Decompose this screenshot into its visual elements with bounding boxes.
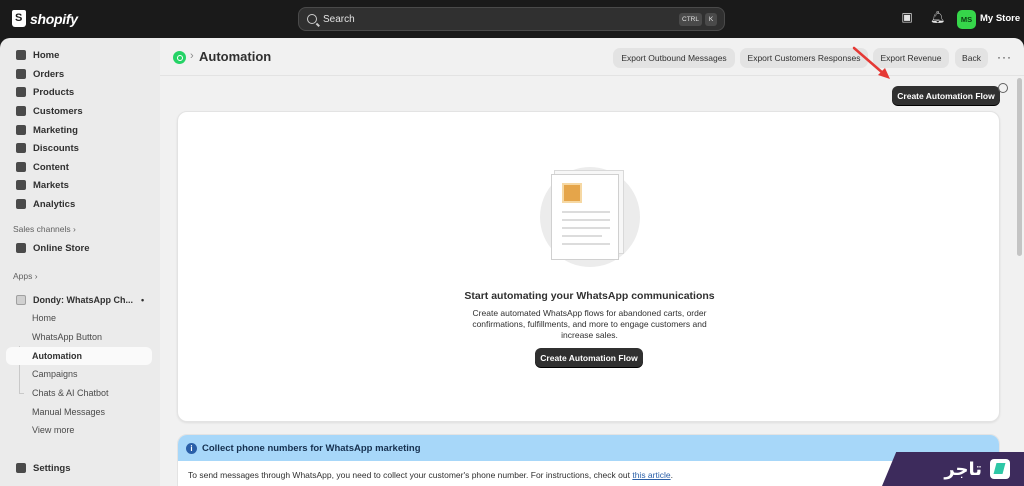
sidebar-item-app[interactable]: Dondy: WhatsApp Ch... •: [6, 291, 152, 309]
export-responses-button[interactable]: Export Customers Responses: [740, 48, 868, 68]
sidebar-item-label: Online Store: [33, 242, 90, 254]
sidebar-item-analytics[interactable]: Analytics: [6, 195, 152, 213]
app-sub-item-manual-messages[interactable]: Manual Messages: [6, 403, 152, 421]
sidebar-item-label: Analytics: [33, 198, 76, 210]
tag-icon: [16, 87, 26, 97]
banner-tail: .: [670, 470, 673, 480]
app-sub-item-home[interactable]: Home: [6, 309, 152, 327]
sales-channels-heading[interactable]: Sales channels ›: [13, 224, 76, 234]
apps-heading[interactable]: Apps ›: [13, 271, 38, 281]
image-placeholder-icon: [562, 183, 582, 203]
shortcut-ctrl: CTRL: [679, 13, 702, 26]
info-banner: i Collect phone numbers for WhatsApp mar…: [177, 434, 1000, 486]
shopify-logo[interactable]: shopify: [12, 10, 78, 27]
main-content: › Automation Export Outbound Messages Ex…: [160, 38, 1024, 486]
sidebar-item-label: Home: [33, 49, 60, 61]
shopify-bag-icon: [12, 10, 26, 27]
discount-icon: [16, 143, 26, 153]
banner-body: To send messages through WhatsApp, you n…: [188, 470, 673, 480]
tajer-logo-icon: [990, 459, 1010, 479]
sidebar-item-settings[interactable]: Settings: [6, 459, 152, 477]
target-icon: [16, 125, 26, 135]
sidebar-item-label: Content: [33, 161, 69, 173]
empty-state-title: Start automating your WhatsApp communica…: [464, 290, 715, 302]
store-icon: [16, 243, 26, 253]
content-icon: [16, 162, 26, 172]
bell-icon[interactable]: 🔔︎: [930, 10, 945, 24]
article-link[interactable]: this article: [632, 470, 670, 480]
doc-line: [562, 211, 610, 213]
search-placeholder: Search: [323, 13, 355, 25]
banner-title: Collect phone numbers for WhatsApp marke…: [202, 442, 421, 454]
orders-icon: [16, 69, 26, 79]
app-icon: [16, 295, 26, 305]
store-avatar[interactable]: MS: [957, 10, 976, 29]
top-bar: shopify Search CTRL K ▣ 🔔︎ MS My Store: [0, 0, 1024, 38]
sidebar-item-online-store[interactable]: Online Store: [6, 239, 152, 257]
sidebar-item-label: Orders: [33, 68, 65, 80]
app-sub-item-automation[interactable]: Automation: [6, 347, 152, 365]
tajer-watermark: تاجر: [882, 452, 1024, 486]
back-button[interactable]: Back: [955, 48, 988, 68]
sidebar-item-label: Marketing: [33, 124, 78, 136]
more-actions-icon[interactable]: ···: [997, 50, 1012, 64]
person-icon: [16, 106, 26, 116]
gear-icon: [16, 463, 26, 473]
page-header: › Automation Export Outbound Messages Ex…: [160, 38, 1024, 76]
globe-icon[interactable]: [998, 83, 1008, 93]
shortcut-k: K: [705, 13, 717, 26]
app-name: Dondy: WhatsApp Ch...: [33, 295, 133, 305]
sidebar-item-customers[interactable]: Customers: [6, 102, 152, 120]
sidebar-item-products[interactable]: Products: [6, 83, 152, 101]
page-title: Automation: [199, 49, 272, 64]
sidebar-item-home[interactable]: Home: [6, 46, 152, 64]
doc-line: [562, 219, 610, 221]
sidebar-item-orders[interactable]: Orders: [6, 65, 152, 83]
app-sub-item-campaigns[interactable]: Campaigns: [6, 365, 152, 383]
pin-dot: •: [141, 295, 145, 305]
sidebar-item-label: Customers: [33, 105, 83, 117]
home-icon: [16, 50, 26, 60]
search-bar[interactable]: Search CTRL K: [298, 7, 725, 31]
sidebar-item-discounts[interactable]: Discounts: [6, 139, 152, 157]
sidebar-item-label: Products: [33, 86, 75, 98]
empty-state-description: Create automated WhatsApp flows for aban…: [472, 308, 707, 340]
info-icon: i: [186, 442, 197, 454]
doc-line: [562, 235, 602, 237]
scrollbar[interactable]: [1017, 78, 1022, 256]
chart-icon: [16, 199, 26, 209]
sidebar-item-label: Settings: [33, 462, 71, 474]
create-automation-flow-button[interactable]: Create Automation Flow: [892, 86, 1000, 105]
watermark-text: تاجر: [944, 458, 982, 480]
breadcrumb-separator: ›: [190, 50, 194, 62]
sidebar-item-content[interactable]: Content: [6, 158, 152, 176]
export-outbound-button[interactable]: Export Outbound Messages: [613, 48, 735, 68]
doc-line: [562, 227, 610, 229]
create-automation-flow-main-button[interactable]: Create Automation Flow: [535, 348, 643, 367]
doc-line: [562, 243, 610, 245]
sidebar-item-markets[interactable]: Markets: [6, 176, 152, 194]
store-name[interactable]: My Store: [980, 13, 1020, 24]
banner-header: i Collect phone numbers for WhatsApp mar…: [178, 435, 999, 461]
sidebar: Home Orders Products Customers Marketing…: [0, 38, 160, 486]
app-sub-item-view-more[interactable]: View more: [6, 421, 152, 439]
whatsapp-icon[interactable]: [173, 51, 186, 64]
sidebar-item-label: Markets: [33, 179, 69, 191]
globe-icon: [16, 180, 26, 190]
app-sub-item-chats[interactable]: Chats & AI Chatbot: [6, 384, 152, 402]
sidebar-item-marketing[interactable]: Marketing: [6, 121, 152, 139]
sidebar-item-label: Discounts: [33, 142, 79, 154]
annotation-arrow-icon: [852, 46, 890, 79]
banner-text: To send messages through WhatsApp, you n…: [188, 470, 633, 480]
brand-name: shopify: [30, 10, 78, 27]
sidekick-icon[interactable]: ▣: [900, 10, 914, 24]
search-icon: [307, 14, 317, 24]
document-illustration: [551, 174, 619, 260]
empty-state-card: Start automating your WhatsApp communica…: [177, 111, 1000, 422]
app-sub-item-whatsapp-button[interactable]: WhatsApp Button: [6, 328, 152, 346]
